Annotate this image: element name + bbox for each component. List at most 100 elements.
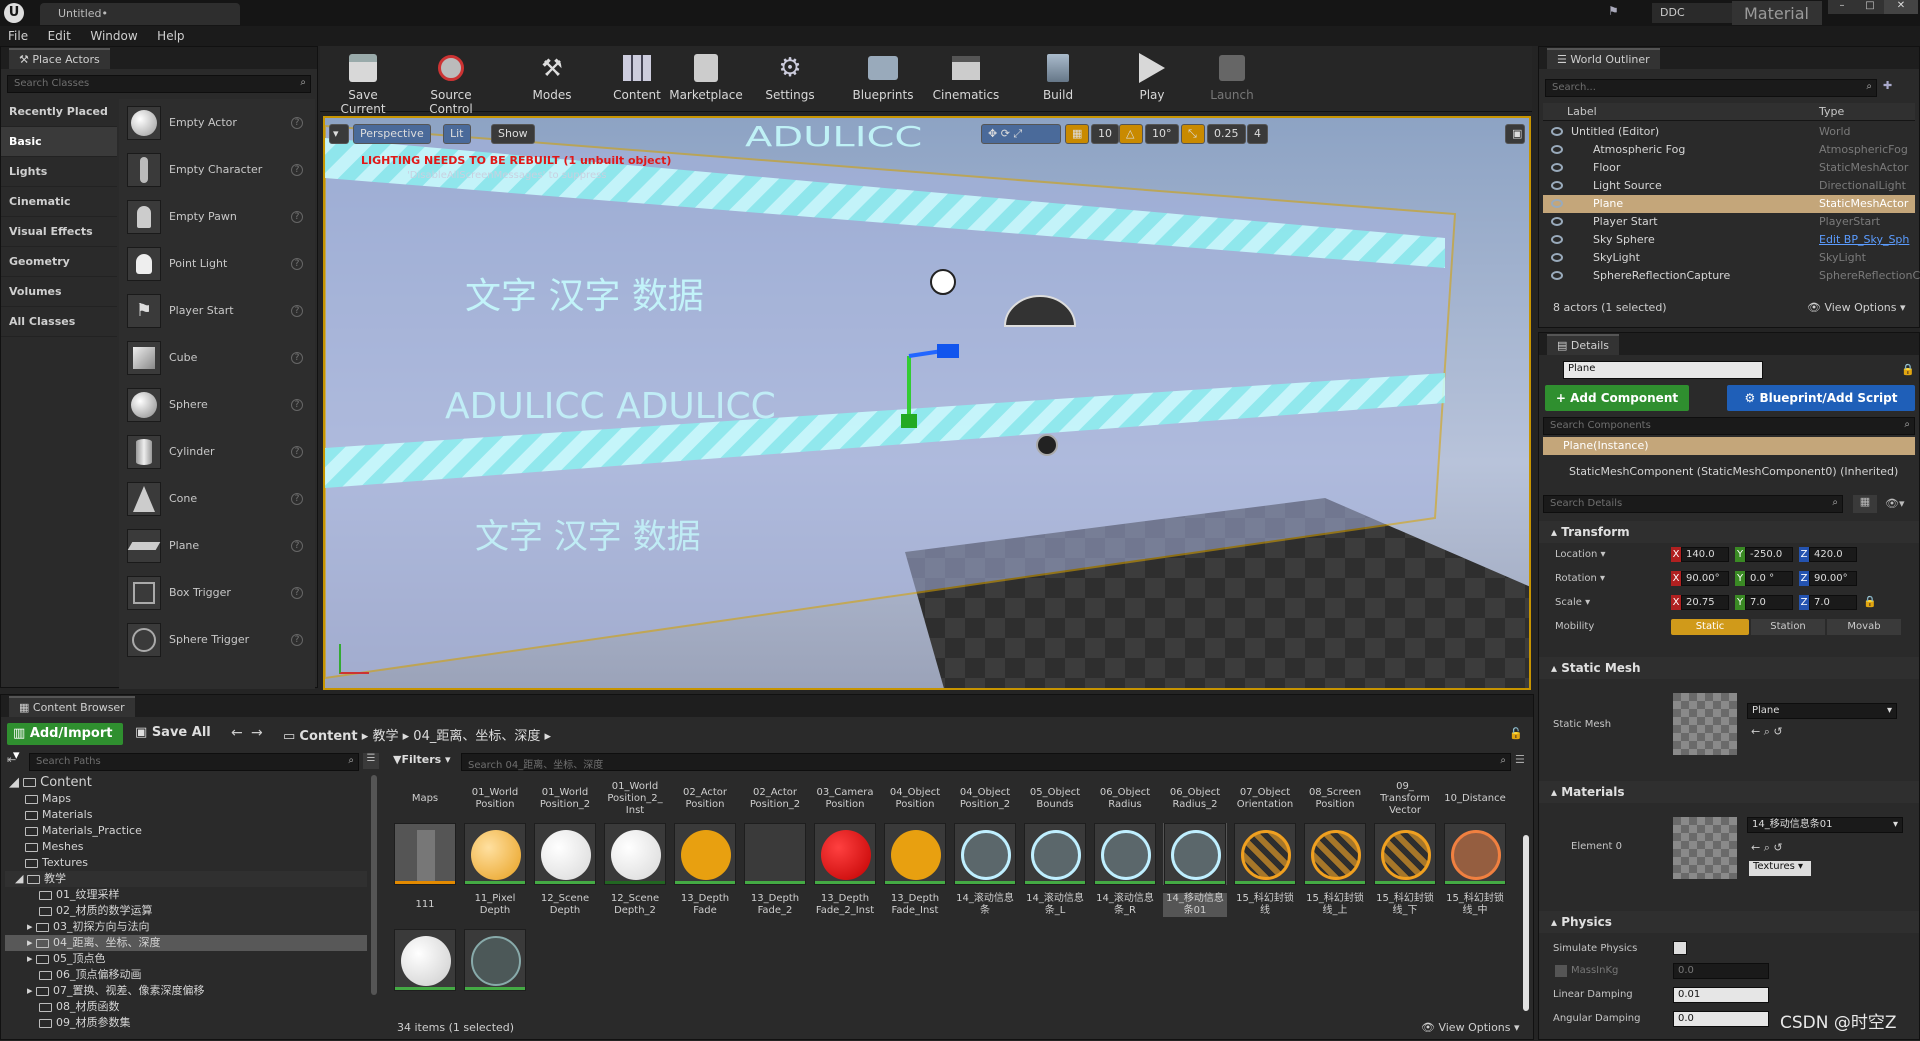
blueprints-button[interactable]: Blueprints: [848, 50, 918, 106]
tree-scrollbar[interactable]: [371, 775, 377, 995]
rotation-snap-value[interactable]: 10°: [1145, 124, 1179, 144]
simulate-physics-checkbox[interactable]: [1673, 941, 1687, 955]
menu-file[interactable]: File: [0, 26, 36, 46]
rotation-y-field[interactable]: 0.0 °: [1745, 571, 1793, 586]
close-button[interactable]: ✕: [1884, 0, 1918, 14]
search-assets-input[interactable]: Search 04_距离、坐标、深度 ⌕: [461, 753, 1511, 771]
column-label[interactable]: Label: [1567, 105, 1597, 118]
help-icon[interactable]: ?: [291, 210, 303, 223]
tree-folder[interactable]: ▸ 03_初探方向与法向: [5, 919, 367, 935]
mass-checkbox[interactable]: [1555, 965, 1567, 977]
tree-folder[interactable]: 01_纹理采样: [5, 887, 367, 903]
category-volumes[interactable]: Volumes: [1, 277, 117, 307]
actor-cone[interactable]: Cone?: [119, 475, 315, 522]
outliner-row-selected[interactable]: Plane StaticMeshActor: [1543, 195, 1915, 213]
maximize-button[interactable]: □: [1856, 0, 1884, 14]
material-dropdown[interactable]: 14_移动信息条01 ▾: [1747, 817, 1903, 833]
search-classes-input[interactable]: Search Classes ⌕: [7, 75, 311, 93]
linear-damping-field[interactable]: 0.01: [1673, 987, 1769, 1003]
location-x-field[interactable]: 140.0: [1681, 547, 1729, 562]
blueprint-add-script-button[interactable]: ⚙ Blueprint/Add Script: [1727, 385, 1915, 411]
actor-box-trigger[interactable]: Box Trigger?: [119, 569, 315, 616]
search-components-input[interactable]: Search Components ⌕: [1543, 417, 1915, 435]
actor-plane[interactable]: Plane?: [119, 522, 315, 569]
rotation-z-field[interactable]: 90.00°: [1809, 571, 1857, 586]
location-y-field[interactable]: -250.0: [1745, 547, 1793, 562]
cinematics-button[interactable]: Cinematics: [928, 50, 1004, 106]
tree-folder[interactable]: Maps: [5, 791, 367, 807]
history-forward-button[interactable]: →: [251, 725, 263, 741]
content-browser-tab[interactable]: ▦ Content Browser: [1, 695, 1533, 717]
actor-empty-actor[interactable]: Empty Actor?: [119, 99, 315, 146]
asset-tile[interactable]: [603, 823, 667, 885]
build-button[interactable]: Build: [1030, 50, 1086, 106]
lit-button[interactable]: Lit: [443, 124, 471, 144]
tree-folder[interactable]: 02_材质的数学运算: [5, 903, 367, 919]
visibility-eye-icon[interactable]: [1551, 199, 1563, 208]
level-viewport[interactable]: ADULICC 文字 汉字 数据 ADULICC ADULICC 文字 汉字 数…: [323, 116, 1531, 690]
mobility-static-button[interactable]: Static: [1671, 619, 1749, 635]
help-icon[interactable]: ?: [291, 445, 303, 458]
static-mesh-dropdown[interactable]: Plane ▾: [1747, 703, 1897, 719]
source-control-icon[interactable]: ⚑: [1608, 4, 1628, 22]
tree-folder[interactable]: ▸ 07_置换、视差、像素深度偏移: [5, 983, 367, 999]
asset-tile[interactable]: [1233, 823, 1297, 885]
help-icon[interactable]: ?: [291, 351, 303, 364]
actor-cube[interactable]: Cube?: [119, 334, 315, 381]
visibility-eye-icon[interactable]: [1551, 217, 1563, 226]
content-button[interactable]: Content: [608, 50, 666, 106]
tree-folder[interactable]: Materials_Practice: [5, 823, 367, 839]
asset-tile[interactable]: [393, 929, 457, 991]
help-icon[interactable]: ?: [291, 633, 303, 646]
ddc-button[interactable]: DDC: [1652, 3, 1732, 23]
tree-folder[interactable]: ◢ 教学: [5, 871, 367, 887]
tree-folder[interactable]: 08_材质函数: [5, 999, 367, 1015]
transform-mode-buttons[interactable]: ✥ ⟳ ⤢: [981, 124, 1061, 144]
tree-folder[interactable]: 06_顶点偏移动画: [5, 967, 367, 983]
asset-tile[interactable]: [953, 823, 1017, 885]
tree-folder[interactable]: ▸ 05_顶点色: [5, 951, 367, 967]
location-z-field[interactable]: 420.0: [1809, 547, 1857, 562]
menu-window[interactable]: Window: [82, 26, 145, 46]
actor-empty-character[interactable]: Empty Character?: [119, 146, 315, 193]
material-thumbnail[interactable]: [1673, 817, 1737, 879]
asset-tile[interactable]: [743, 823, 807, 885]
actor-sphere[interactable]: Sphere?: [119, 381, 315, 428]
details-tab[interactable]: ▤ Details: [1539, 333, 1919, 355]
place-actors-tab[interactable]: ⚒ Place Actors: [1, 47, 317, 69]
category-cinematic[interactable]: Cinematic: [1, 187, 117, 217]
category-visual-effects[interactable]: Visual Effects: [1, 217, 117, 247]
help-icon[interactable]: ?: [291, 163, 303, 176]
asset-tile[interactable]: [463, 929, 527, 991]
add-filter-icon[interactable]: ✚: [1883, 79, 1892, 92]
browse-arrow-icons[interactable]: ← ⌕ ↺: [1751, 841, 1783, 855]
grid-snap-toggle[interactable]: ▦: [1065, 124, 1089, 144]
tree-folder[interactable]: Materials: [5, 807, 367, 823]
property-matrix-icon[interactable]: ▦: [1853, 495, 1877, 513]
content-view-options[interactable]: 👁 View Options ▾: [1421, 1021, 1520, 1034]
breadcrumb-teaching[interactable]: 教学: [372, 729, 398, 744]
actor-cylinder[interactable]: Cylinder?: [119, 428, 315, 475]
asset-tile[interactable]: [883, 823, 947, 885]
transform-section[interactable]: ▴ Transform: [1539, 521, 1919, 543]
mobility-station-button[interactable]: Station: [1751, 619, 1825, 635]
scale-z-field[interactable]: 7.0: [1809, 595, 1857, 610]
visibility-eye-icon[interactable]: [1551, 271, 1563, 280]
settings-button[interactable]: ⚙ Settings: [758, 50, 822, 106]
angular-damping-field[interactable]: 0.0: [1673, 1011, 1769, 1027]
visibility-filter-icon[interactable]: 👁▾: [1885, 497, 1905, 510]
save-all-button[interactable]: ▣ Save All: [135, 725, 211, 740]
outliner-row[interactable]: Light Source DirectionalLight: [1543, 177, 1915, 195]
search-paths-input[interactable]: Search Paths ⌕: [29, 753, 359, 771]
rotation-snap-toggle[interactable]: △: [1119, 124, 1143, 144]
static-mesh-section[interactable]: ▴ Static Mesh: [1539, 657, 1919, 679]
source-control-button[interactable]: Source Control: [408, 50, 494, 116]
tree-folder[interactable]: Textures: [5, 855, 367, 871]
category-basic[interactable]: Basic: [1, 127, 117, 157]
actor-sphere-trigger[interactable]: Sphere Trigger?: [119, 616, 315, 663]
play-button[interactable]: Play: [1124, 50, 1180, 106]
category-all-classes[interactable]: All Classes: [1, 307, 117, 337]
actor-name-field[interactable]: Plane: [1563, 361, 1763, 379]
outliner-row[interactable]: Player Start PlayerStart: [1543, 213, 1915, 231]
world-outliner-tab[interactable]: ☰ World Outliner: [1539, 47, 1919, 69]
